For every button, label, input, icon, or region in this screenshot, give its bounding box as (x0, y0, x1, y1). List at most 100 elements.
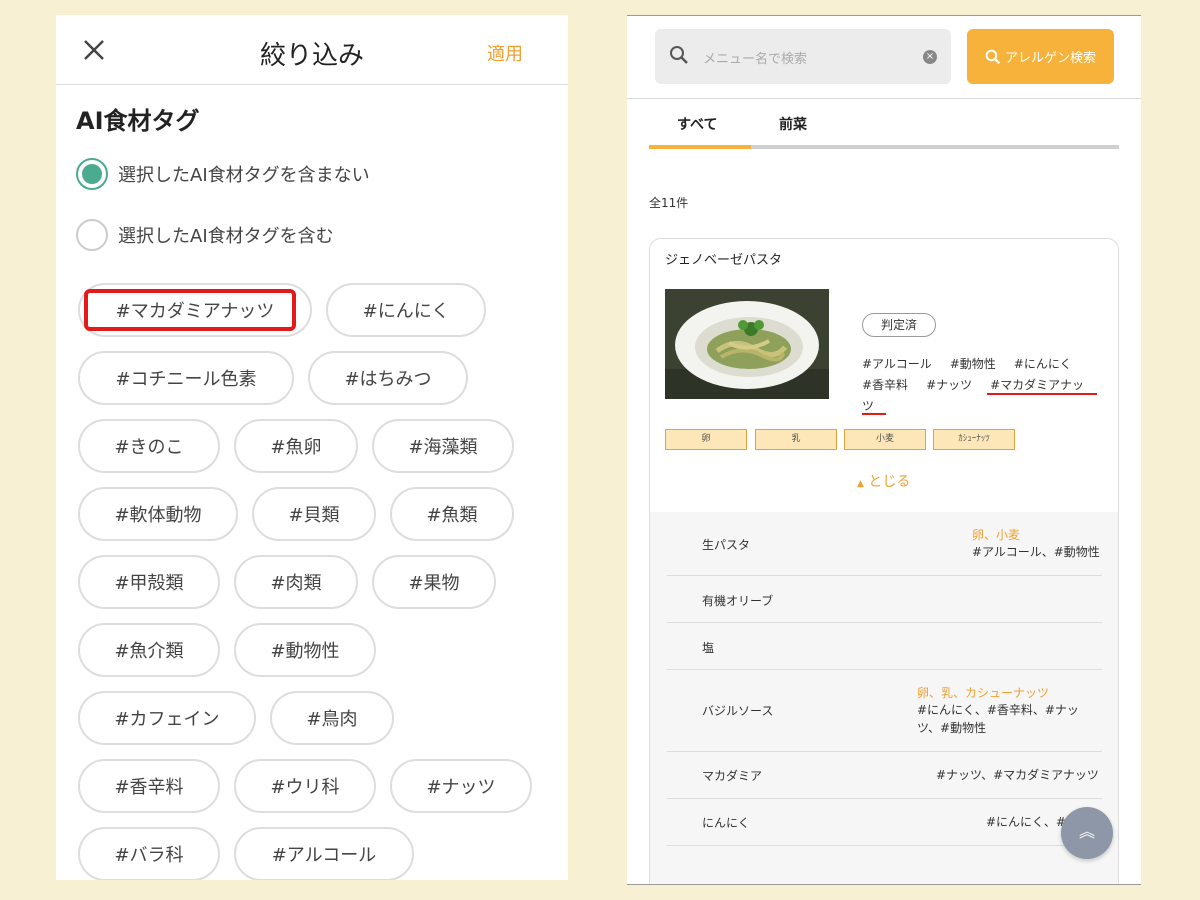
search-input[interactable]: メニュー名で検索 × (655, 29, 951, 84)
ai-tag: #動物性 (949, 357, 996, 371)
tab-appetizer[interactable]: 前菜 (779, 114, 807, 134)
tag-label: #ナッツ (426, 777, 496, 798)
menu-name: ジェノベーゼパスタ (665, 253, 783, 268)
highlight-underline (862, 413, 886, 415)
ingredient-allergens: 卵、乳、カシューナッツ (917, 686, 1050, 700)
search-icon (985, 49, 1001, 64)
tag-chip[interactable]: #鳥肉 (270, 691, 394, 745)
allergen-badge: 乳 (755, 429, 837, 450)
ingredient-name: バジルソース (702, 704, 774, 718)
ai-tags-row: #香辛料 #ナッツ #マカダミアナッ (862, 376, 1102, 393)
tag-chip[interactable]: #ナッツ (390, 759, 532, 813)
ingredient-row: 有機オリーブ (667, 576, 1102, 623)
radio-button[interactable] (76, 158, 108, 190)
ai-tag: #マカダミアナッ (990, 378, 1084, 392)
tab-indicator (649, 145, 751, 149)
allergen-badge: ｶｼｭｰﾅｯﾂ (933, 429, 1015, 450)
food-photo (665, 289, 829, 399)
tag-label: #肉類 (270, 573, 322, 594)
tag-label: #海藻類 (408, 437, 478, 458)
divider (627, 98, 1141, 99)
ai-tag: #アルコール (862, 357, 932, 371)
ai-tags-row: #アルコール #動物性 #にんにく (862, 355, 1090, 372)
tab-bar (649, 145, 1119, 149)
tag-label: #アルコール (271, 845, 377, 866)
allergen-search-label: アレルゲン検索 (1004, 51, 1096, 66)
tag-chip[interactable]: #魚類 (390, 487, 514, 541)
ingredient-tags: #アルコール、#動物性 (972, 545, 1100, 559)
collapse-toggle[interactable]: ▲ とじる (857, 471, 910, 491)
collapse-label: とじる (868, 474, 911, 490)
tag-label: #きのこ (114, 437, 184, 458)
tag-label: #魚介類 (114, 641, 184, 662)
ingredient-tags: #ナッツ、#マカダミアナッツ (936, 768, 1099, 782)
ingredient-row: にんにく #にんにく、# (667, 799, 1102, 846)
section-title: AI食材タグ (76, 107, 200, 135)
tag-chip[interactable]: #軟体動物 (78, 487, 238, 541)
tag-chip[interactable]: #香辛料 (78, 759, 220, 813)
radio-label: 選択したAI食材タグを含まない (118, 165, 370, 186)
tag-chip[interactable]: #ウリ科 (234, 759, 376, 813)
ingredient-row: 生パスタ 卵、小麦 #アルコール、#動物性 (667, 512, 1102, 576)
clear-icon[interactable]: × (923, 50, 937, 64)
radio-include[interactable]: 選択したAI食材タグを含む (76, 218, 334, 252)
highlight-box (84, 289, 296, 331)
tag-label: #魚類 (426, 505, 478, 526)
search-icon (670, 46, 688, 64)
tag-label: #バラ科 (114, 845, 184, 866)
tag-chip[interactable]: #貝類 (252, 487, 376, 541)
tag-label: #魚卵 (270, 437, 322, 458)
ingredient-tags: #にんにく、#香辛料、#ナッツ、#動物性 (917, 703, 1079, 735)
ai-tag: #香辛料 (862, 378, 909, 392)
radio-button[interactable] (76, 219, 108, 251)
tag-chip[interactable]: #カフェイン (78, 691, 256, 745)
ai-tag: #にんにく (1013, 357, 1072, 371)
tag-label: #鳥肉 (306, 709, 358, 730)
tag-chip[interactable]: #魚卵 (234, 419, 358, 473)
tag-chip[interactable]: #はちみつ (308, 351, 468, 405)
tag-label: #ウリ科 (270, 777, 340, 798)
allergen-badge: 卵 (665, 429, 747, 450)
radio-exclude[interactable]: 選択したAI食材タグを含まない (76, 157, 370, 191)
ingredient-tags: #にんにく、# (986, 815, 1066, 829)
allergen-search-button[interactable]: アレルゲン検索 (967, 29, 1114, 84)
apply-button[interactable]: 適用 (487, 40, 523, 66)
filter-panel: 絞り込み 適用 AI食材タグ 選択したAI食材タグを含まない 選択したAI食材タ… (56, 15, 568, 880)
allergen-badge: 小麦 (844, 429, 926, 450)
tag-label: #カフェイン (114, 709, 220, 730)
tag-label: #コチニール色素 (115, 369, 257, 390)
ingredient-row: マカダミア #ナッツ、#マカダミアナッツ (667, 752, 1102, 799)
ingredient-name: マカダミア (702, 769, 763, 783)
tag-chip[interactable]: #にんにく (326, 283, 486, 337)
ingredient-list: 生パスタ 卵、小麦 #アルコール、#動物性 有機オリーブ 塩 バジルソース 卵、… (650, 512, 1118, 884)
ai-tag: #ナッツ (926, 378, 973, 392)
tag-chip[interactable]: #アルコール (234, 827, 414, 880)
tag-chip[interactable]: #動物性 (234, 623, 376, 677)
tag-chip[interactable]: #海藻類 (372, 419, 514, 473)
tag-label: #軟体動物 (114, 505, 202, 526)
scroll-top-icon[interactable]: ︽ (1061, 807, 1113, 859)
search-placeholder: メニュー名で検索 (703, 52, 808, 67)
tag-chip[interactable]: #甲殻類 (78, 555, 220, 609)
ingredient-name: にんにく (702, 816, 750, 830)
filter-header: 絞り込み 適用 (56, 15, 568, 85)
ai-tag: ツ (862, 399, 875, 413)
highlight-underline (987, 393, 1097, 395)
tag-chip[interactable]: #肉類 (234, 555, 358, 609)
tag-label: #甲殻類 (114, 573, 184, 594)
tag-label: #にんにく (362, 301, 450, 322)
tag-chip[interactable]: #魚介類 (78, 623, 220, 677)
tag-chip[interactable]: #果物 (372, 555, 496, 609)
ingredient-allergens: 卵、小麦 (972, 528, 1021, 542)
tag-label: #はちみつ (344, 369, 432, 390)
ingredient-row: バジルソース 卵、乳、カシューナッツ #にんにく、#香辛料、#ナッツ、#動物性 (667, 670, 1102, 752)
tag-chip[interactable]: #コチニール色素 (78, 351, 294, 405)
tag-label: #香辛料 (114, 777, 184, 798)
tag-label: #果物 (408, 573, 460, 594)
result-count: 全11件 (649, 196, 689, 210)
tag-chip[interactable]: #バラ科 (78, 827, 220, 880)
tab-all[interactable]: すべて (677, 114, 717, 134)
tag-chip[interactable]: #マカダミアナッツ (78, 283, 312, 337)
tag-label: #動物性 (270, 641, 340, 662)
tag-chip[interactable]: #きのこ (78, 419, 220, 473)
